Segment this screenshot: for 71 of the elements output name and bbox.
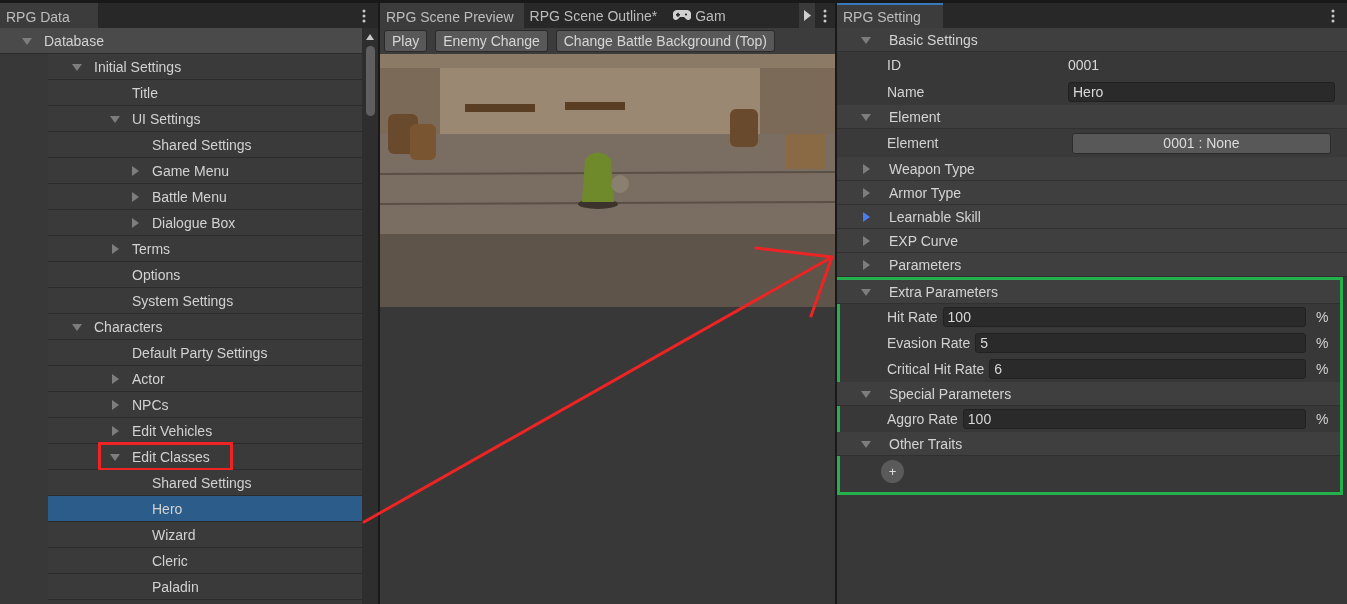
gamepad-icon: [673, 10, 692, 21]
input-field[interactable]: 100: [962, 409, 1306, 429]
expand-arrow-icon[interactable]: [861, 235, 871, 246]
expand-arrow-icon[interactable]: [110, 373, 120, 384]
more-options-icon[interactable]: [1331, 8, 1335, 23]
expand-arrow-icon[interactable]: [110, 399, 120, 410]
expand-arrow-icon[interactable]: [130, 217, 140, 228]
expand-arrow-icon[interactable]: [72, 61, 82, 72]
field-label: Hit Rate: [887, 309, 938, 325]
field-label: Element: [887, 135, 940, 151]
panel-tab[interactable]: RPG Data: [0, 3, 98, 28]
toolbar-button[interactable]: Enemy Change: [435, 30, 548, 52]
field-label: Aggro Rate: [887, 411, 958, 427]
scrollbar-thumb[interactable]: [365, 46, 375, 116]
tab-overflow-button[interactable]: [799, 3, 815, 28]
expand-arrow-icon[interactable]: [861, 286, 871, 297]
toolbar-button[interactable]: Play: [384, 30, 428, 52]
section-header[interactable]: Learnable Skill: [837, 205, 1347, 229]
input-field[interactable]: 5: [975, 333, 1306, 353]
expand-arrow-icon[interactable]: [861, 34, 871, 45]
unit-label: %: [1316, 335, 1328, 351]
expand-arrow-icon[interactable]: [861, 111, 871, 122]
expand-arrow-icon[interactable]: [861, 163, 871, 174]
expand-arrow-icon[interactable]: [22, 35, 32, 46]
section-header[interactable]: Element: [837, 105, 1347, 129]
scroll-up-icon[interactable]: [366, 34, 374, 40]
section-header[interactable]: Armor Type: [837, 181, 1347, 205]
section-header[interactable]: Extra Parameters: [837, 280, 1340, 304]
unit-label: %: [1316, 309, 1328, 325]
add-button[interactable]: +: [881, 459, 904, 483]
field-label: Evasion Rate: [887, 335, 971, 351]
expand-arrow-icon[interactable]: [110, 425, 120, 436]
panel-tab[interactable]: RPG Scene Outline*: [523, 3, 668, 28]
expand-arrow-icon[interactable]: [861, 388, 871, 399]
right-triangle-icon[interactable]: [803, 10, 811, 21]
field-label: Critical Hit Rate: [887, 361, 985, 377]
expand-arrow-icon[interactable]: [130, 191, 140, 202]
tree-item[interactable]: Hero: [48, 496, 362, 522]
expand-arrow-icon[interactable]: [861, 211, 871, 222]
section-header[interactable]: Parameters: [837, 253, 1347, 277]
expand-arrow-icon[interactable]: [861, 259, 871, 270]
section-header[interactable]: EXP Curve: [837, 229, 1347, 253]
section-header[interactable]: Special Parameters: [837, 382, 1340, 406]
panel-tab[interactable]: RPG Setting: [837, 3, 943, 28]
tree-item[interactable]: Database: [0, 28, 362, 54]
panel-tab[interactable]: Gam: [667, 3, 736, 28]
tree-item[interactable]: Edit Classes: [48, 444, 362, 470]
input-field[interactable]: 100: [942, 307, 1306, 327]
field-value: 0001: [1068, 57, 1100, 74]
expand-arrow-icon[interactable]: [861, 187, 871, 198]
field-label: Name: [887, 83, 926, 100]
section-header[interactable]: Weapon Type: [837, 157, 1347, 181]
panel-tab[interactable]: RPG Scene Preview: [380, 3, 524, 28]
name-field[interactable]: Hero: [1068, 81, 1335, 102]
tree-item[interactable]: Shared Settings: [48, 470, 362, 496]
expand-arrow-icon[interactable]: [110, 113, 120, 124]
more-options-icon[interactable]: [362, 8, 366, 23]
expand-arrow-icon[interactable]: [861, 438, 871, 449]
field-label: ID: [887, 57, 902, 74]
more-options-icon[interactable]: [823, 8, 827, 23]
unit-label: %: [1316, 361, 1328, 377]
expand-arrow-icon[interactable]: [110, 451, 120, 462]
section-header[interactable]: Basic Settings: [837, 28, 1347, 52]
section-header[interactable]: Other Traits: [837, 432, 1340, 456]
expand-arrow-icon[interactable]: [130, 165, 140, 176]
expand-arrow-icon[interactable]: [72, 321, 82, 332]
dropdown[interactable]: 0001 : None: [1072, 132, 1331, 154]
unit-label: %: [1316, 411, 1328, 427]
expand-arrow-icon[interactable]: [110, 243, 120, 254]
input-field[interactable]: 6: [989, 359, 1306, 379]
toolbar-button[interactable]: Change Battle Background (Top): [555, 30, 775, 52]
